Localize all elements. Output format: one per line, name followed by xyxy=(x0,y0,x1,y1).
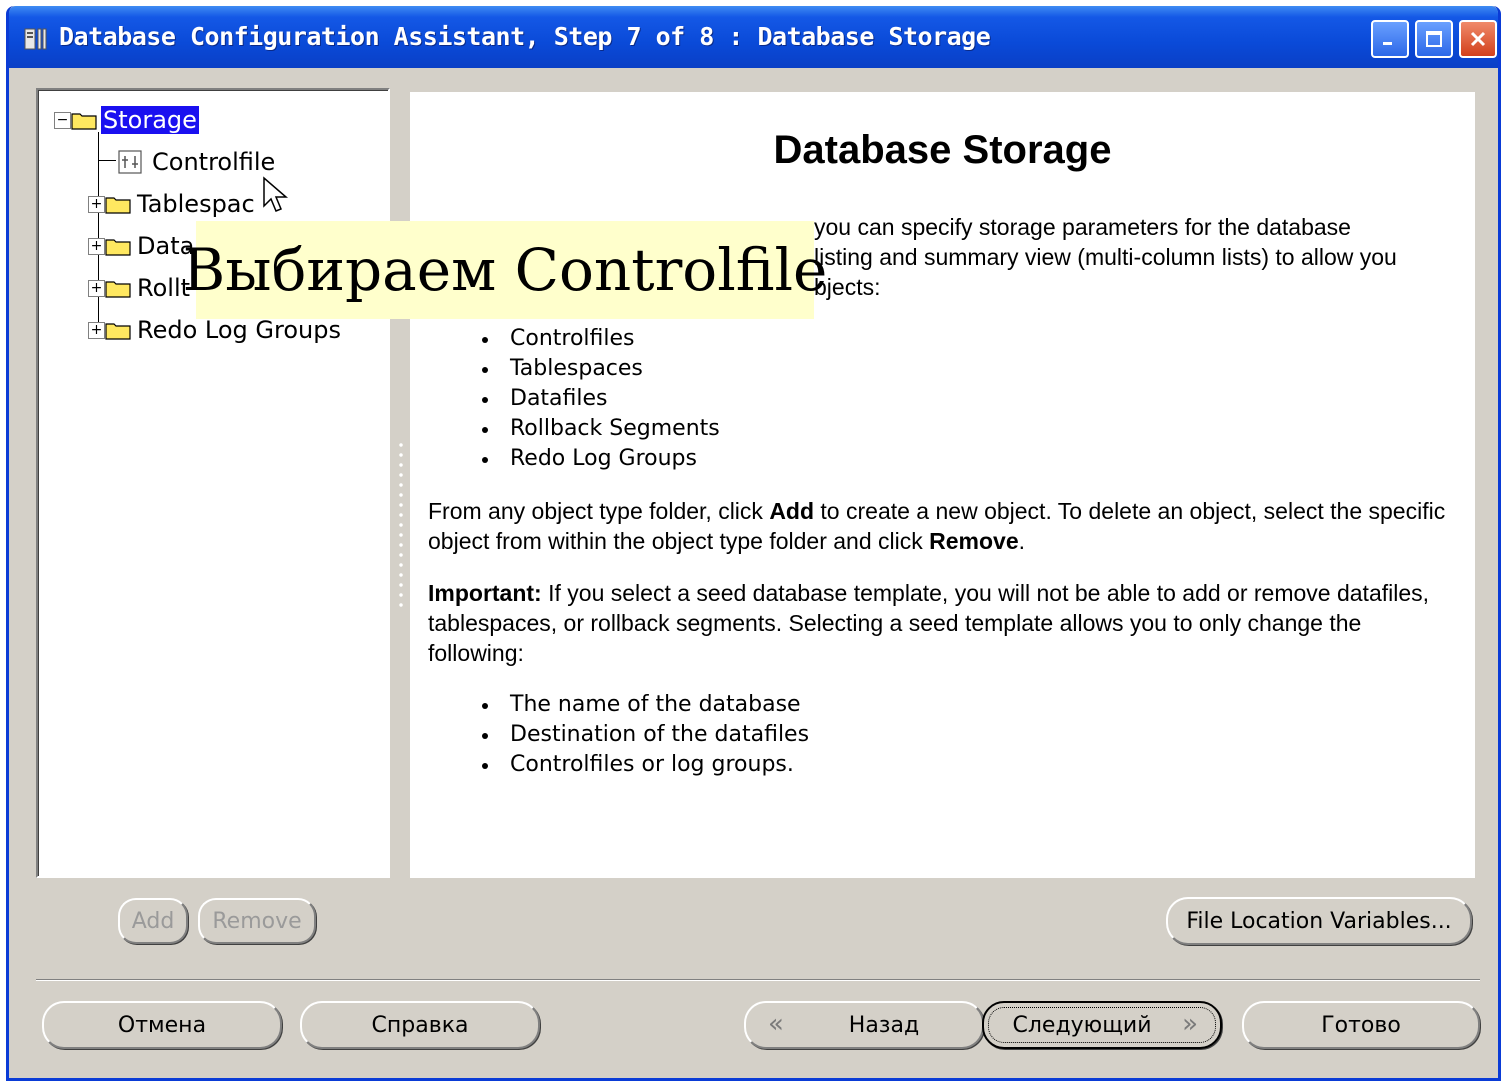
minimize-button[interactable] xyxy=(1371,20,1409,58)
tree-label-tablespaces[interactable]: Tablespac xyxy=(135,190,257,218)
help-label: Справка xyxy=(371,1012,469,1038)
file-location-variables-button[interactable]: File Location Variables... xyxy=(1166,897,1472,945)
back-label: Назад xyxy=(848,1012,920,1038)
list-item: Controlfiles or log groups. xyxy=(470,750,809,780)
collapse-icon[interactable]: − xyxy=(54,111,71,129)
list-item: The name of the database xyxy=(470,690,809,720)
controlfile-icon xyxy=(118,150,142,174)
para-bold-remove: Remove xyxy=(929,528,1019,554)
chevron-left-icon: « xyxy=(768,1009,784,1039)
folder-icon xyxy=(71,112,97,130)
expand-icon[interactable]: + xyxy=(88,279,105,297)
para-text: From any object type folder, click xyxy=(428,498,770,524)
intro-line-3: bjects: xyxy=(814,274,881,300)
expand-icon[interactable]: + xyxy=(88,237,105,255)
tree-node-tablespaces[interactable]: + Tablespac xyxy=(88,187,257,221)
back-button[interactable]: « Назад xyxy=(744,1001,984,1049)
para-text: . xyxy=(1018,528,1026,554)
tree-label-storage[interactable]: Storage xyxy=(101,106,199,134)
remove-button[interactable]: Remove xyxy=(198,898,316,944)
add-button[interactable]: Add xyxy=(118,898,188,944)
folder-icon xyxy=(105,280,131,298)
list-item: Tablespaces xyxy=(470,354,720,384)
para-bold-add: Add xyxy=(769,498,815,524)
annotation-callout: Выбираем Controlfile xyxy=(183,221,827,319)
important-paragraph: Important: If you select a seed database… xyxy=(428,578,1448,668)
folder-icon xyxy=(105,196,131,214)
mouse-cursor-icon xyxy=(263,176,289,212)
folder-icon xyxy=(105,238,131,256)
minimize-icon xyxy=(1383,42,1392,45)
tree-connector xyxy=(98,160,116,161)
list-item: Destination of the datafiles xyxy=(470,720,809,750)
title-bar[interactable]: Database Configuration Assistant, Step 7… xyxy=(9,6,1498,68)
tree-node-storage[interactable]: − Storage xyxy=(54,103,199,137)
window-title: Database Configuration Assistant, Step 7… xyxy=(59,22,991,51)
page-title: Database Storage xyxy=(773,128,1112,172)
maximize-icon xyxy=(1426,31,1442,47)
help-content-panel: Database Storage you can specify storage… xyxy=(410,92,1475,878)
folder-icon xyxy=(105,322,131,340)
intro-line-1: you can specify storage parameters for t… xyxy=(814,214,1351,240)
list-item: Redo Log Groups xyxy=(470,444,720,474)
object-type-list: Controlfiles Tablespaces Datafiles Rollb… xyxy=(470,324,720,474)
help-button[interactable]: Справка xyxy=(300,1001,540,1049)
tree-label-controlfile[interactable]: Controlfile xyxy=(150,148,277,176)
finish-label: Готово xyxy=(1321,1012,1401,1038)
tree-label-redo-log-groups[interactable]: Redo Log Groups xyxy=(135,316,343,344)
list-item: Datafiles xyxy=(470,384,720,414)
cancel-button[interactable]: Отмена xyxy=(42,1001,282,1049)
divider xyxy=(36,979,1480,981)
cancel-label: Отмена xyxy=(117,1012,207,1038)
tree-node-controlfile[interactable]: Controlfile xyxy=(116,145,277,179)
panel-splitter[interactable] xyxy=(398,440,404,610)
expand-icon[interactable]: + xyxy=(88,321,105,339)
storage-tree[interactable]: − Storage Controlfile + Tablespac + Data… xyxy=(36,88,390,878)
chevron-right-icon: » xyxy=(1182,1009,1198,1039)
add-remove-paragraph: From any object type folder, click Add t… xyxy=(428,496,1448,556)
finish-button[interactable]: Готово xyxy=(1242,1001,1480,1049)
expand-icon[interactable]: + xyxy=(88,195,105,213)
close-icon xyxy=(1470,31,1486,47)
intro-line-2: listing and summary view (multi-column l… xyxy=(814,244,1397,270)
para-text: If you select a seed database template, … xyxy=(428,580,1430,666)
tree-node-rollback[interactable]: + Rollt xyxy=(88,271,192,305)
list-item: Rollback Segments xyxy=(470,414,720,444)
important-label: Important: xyxy=(428,580,542,606)
maximize-button[interactable] xyxy=(1415,20,1453,58)
app-icon xyxy=(24,28,47,50)
next-button[interactable]: Следующий » xyxy=(982,1001,1222,1049)
changeable-list: The name of the database Destination of … xyxy=(470,690,809,780)
tree-node-datafiles[interactable]: + Data xyxy=(88,229,196,263)
list-item: Controlfiles xyxy=(470,324,720,354)
intro-text: you can specify storage parameters for t… xyxy=(814,212,1454,302)
close-button[interactable] xyxy=(1459,20,1497,58)
